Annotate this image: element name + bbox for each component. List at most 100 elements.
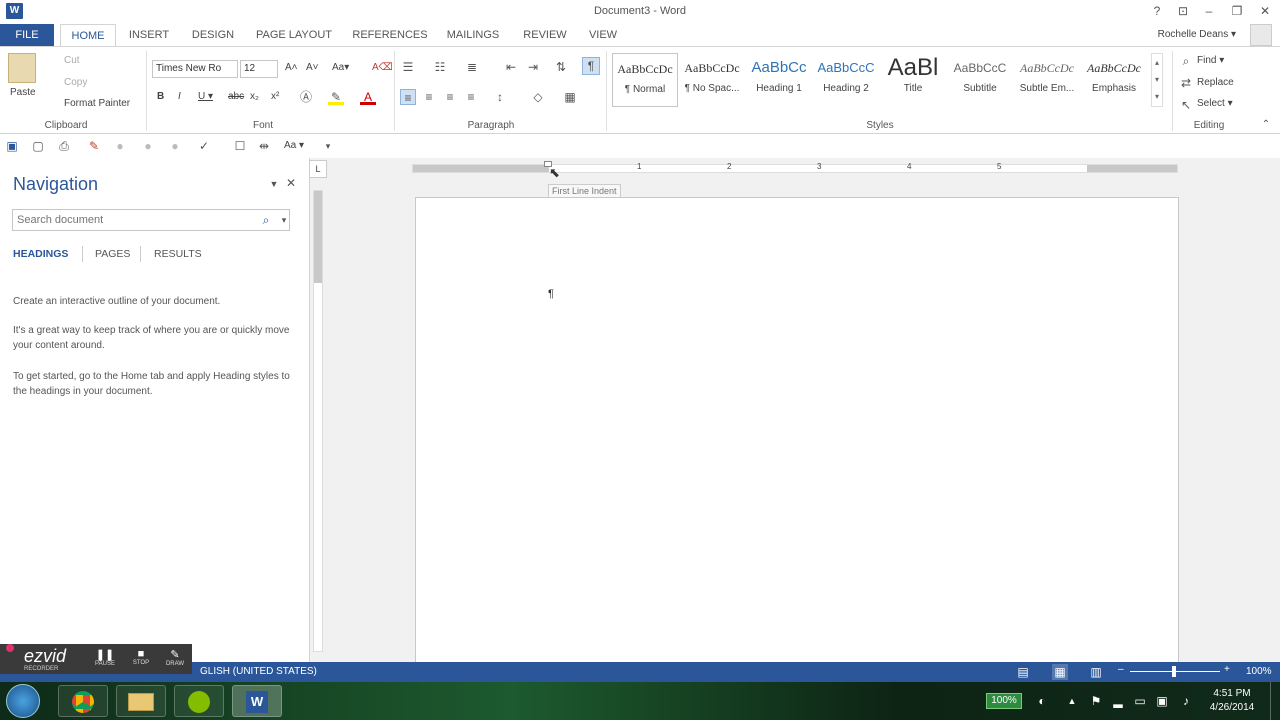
cut-button[interactable]: Cut <box>64 55 80 66</box>
shading-icon[interactable]: ◇ <box>530 89 546 105</box>
line-spacing-icon[interactable]: ↕ <box>492 89 508 105</box>
paste-icon[interactable] <box>8 53 36 83</box>
align-left-icon[interactable]: ≡ <box>400 89 416 105</box>
highlight-color-icon[interactable]: ✎ <box>328 89 344 105</box>
underline-button[interactable]: U ▾ <box>198 91 213 102</box>
shrink-font-button[interactable]: A˅ <box>306 62 319 73</box>
tab-insert[interactable]: INSERT <box>122 24 176 46</box>
zoom-in-icon[interactable]: + <box>1224 664 1230 675</box>
format-painter-icon[interactable]: ✎ <box>86 138 102 154</box>
tab-mailings[interactable]: MAILINGS <box>440 24 506 46</box>
show-hidden-icons[interactable]: ▲ <box>1064 693 1080 709</box>
style-normal[interactable]: AaBbCcDc ¶ Normal <box>612 53 678 107</box>
volume-icon[interactable]: ♪ <box>1178 693 1194 709</box>
subscript-button[interactable]: x₂ <box>250 91 259 102</box>
indent-icon[interactable]: ⇹ <box>256 138 272 154</box>
show-formatting-marks-button[interactable]: ¶ <box>582 57 600 75</box>
save-icon[interactable]: ▣ <box>4 138 20 154</box>
circle-icon[interactable]: ● <box>140 138 156 154</box>
clock[interactable]: 4:51 PM 4/26/2014 <box>1204 687 1260 715</box>
tab-selector-icon[interactable]: L <box>309 160 327 178</box>
search-icon[interactable]: ⌕ <box>258 212 274 228</box>
bullets-icon[interactable]: ☰ <box>400 59 416 75</box>
grow-font-button[interactable]: A˄ <box>285 62 298 73</box>
action-center-icon[interactable]: ⚑ <box>1088 693 1104 709</box>
tab-review[interactable]: REVIEW <box>518 24 572 46</box>
align-right-icon[interactable]: ≡ <box>442 89 458 105</box>
format-painter-button[interactable]: Format Painter <box>64 98 130 109</box>
circle-icon[interactable]: ● <box>167 138 183 154</box>
tab-view[interactable]: VIEW <box>582 24 624 46</box>
pane-options-icon[interactable]: ▼ <box>266 176 282 192</box>
minimize-button[interactable]: – <box>1198 3 1220 19</box>
tab-design[interactable]: DESIGN <box>186 24 240 46</box>
battery-indicator[interactable]: 100% <box>986 693 1022 709</box>
style-subtitle[interactable]: AaBbCcC Subtitle <box>947 53 1013 107</box>
paste-button[interactable]: Paste <box>10 87 36 98</box>
close-button[interactable]: ✕ <box>1254 3 1276 19</box>
superscript-button[interactable]: x² <box>271 91 279 102</box>
font-size-combo[interactable]: 12 <box>240 60 278 78</box>
spotify-taskbar-button[interactable] <box>174 685 224 717</box>
align-center-icon[interactable]: ≡ <box>421 89 437 105</box>
start-button[interactable] <box>6 684 40 718</box>
tab-results[interactable]: RESULTS <box>154 248 202 260</box>
help-icon[interactable]: ? <box>1146 3 1168 19</box>
select-button[interactable]: Select ▾ <box>1197 98 1233 109</box>
copy-button[interactable]: Copy <box>64 77 87 88</box>
pause-button[interactable]: ❚❚ PAUSE <box>92 648 118 667</box>
tray-icon[interactable]: ▣ <box>1154 693 1170 709</box>
sort-icon[interactable]: ⇅ <box>553 59 569 75</box>
italic-button[interactable]: I <box>178 91 181 102</box>
zoom-slider-thumb[interactable] <box>1172 666 1176 677</box>
text-effects-icon[interactable]: Ⓐ <box>298 89 314 105</box>
chrome-taskbar-button[interactable] <box>58 685 108 717</box>
word-taskbar-button[interactable]: W <box>232 685 282 717</box>
close-pane-icon[interactable]: ✕ <box>283 175 299 191</box>
strikethrough-button[interactable]: abc <box>228 91 244 102</box>
tab-home[interactable]: HOME <box>60 24 116 47</box>
avatar[interactable] <box>1250 24 1272 46</box>
style-emphasis[interactable]: AaBbCcDc Emphasis <box>1081 53 1147 107</box>
vertical-ruler[interactable] <box>313 190 323 652</box>
language-status[interactable]: GLISH (UNITED STATES) <box>200 666 317 677</box>
text-box-icon[interactable]: ☐ <box>232 138 248 154</box>
numbering-icon[interactable]: ☷ <box>432 59 448 75</box>
tab-pages[interactable]: PAGES <box>95 248 130 260</box>
restore-button[interactable]: ❐ <box>1226 3 1248 19</box>
stop-button[interactable]: ■ STOP <box>128 648 154 666</box>
zoom-level[interactable]: 100% <box>1246 666 1272 677</box>
network-icon[interactable]: ▂ <box>1110 693 1126 709</box>
web-layout-icon[interactable]: ▥ <box>1088 664 1104 680</box>
style-heading-2[interactable]: AaBbCcC Heading 2 <box>813 53 879 107</box>
zoom-out-icon[interactable]: – <box>1118 664 1124 675</box>
font-name-combo[interactable]: Times New Ro <box>152 60 238 78</box>
tab-page-layout[interactable]: PAGE LAYOUT <box>252 24 336 46</box>
circle-icon[interactable]: ● <box>112 138 128 154</box>
tab-references[interactable]: REFERENCES <box>350 24 430 46</box>
draw-button[interactable]: ✎ DRAW <box>162 648 188 667</box>
change-case-qat-button[interactable]: Aa ▾ <box>284 140 304 151</box>
replace-button[interactable]: Replace <box>1197 77 1234 88</box>
read-mode-icon[interactable]: ▤ <box>1015 664 1031 680</box>
collapse-ribbon-icon[interactable]: ⌃ <box>1258 117 1274 133</box>
user-name[interactable]: Rochelle Deans ▾ <box>1158 29 1236 40</box>
tab-headings[interactable]: HEADINGS <box>13 248 68 260</box>
display-icon[interactable]: ▭ <box>1132 693 1148 709</box>
print-preview-icon[interactable]: ⎙ <box>56 138 72 154</box>
search-options-icon[interactable]: ▾ <box>276 212 292 228</box>
spelling-icon[interactable]: ✓ <box>196 138 212 154</box>
justify-icon[interactable]: ≡ <box>463 89 479 105</box>
style-title[interactable]: AaBl Title <box>880 53 946 107</box>
decrease-indent-icon[interactable]: ⇤ <box>503 59 519 75</box>
show-desktop-button[interactable] <box>1270 682 1280 720</box>
multilevel-list-icon[interactable]: ≣ <box>464 59 480 75</box>
font-color-icon[interactable]: A <box>360 89 376 105</box>
style-heading-1[interactable]: AaBbCc Heading 1 <box>746 53 812 107</box>
increase-indent-icon[interactable]: ⇥ <box>525 59 541 75</box>
change-case-button[interactable]: Aa▾ <box>332 62 349 73</box>
horizontal-ruler[interactable]: 1 2 3 4 5 <box>412 162 1178 173</box>
borders-icon[interactable]: ▦ <box>562 89 578 105</box>
tab-file[interactable]: FILE <box>0 24 54 46</box>
new-document-icon[interactable]: ▢ <box>30 138 46 154</box>
